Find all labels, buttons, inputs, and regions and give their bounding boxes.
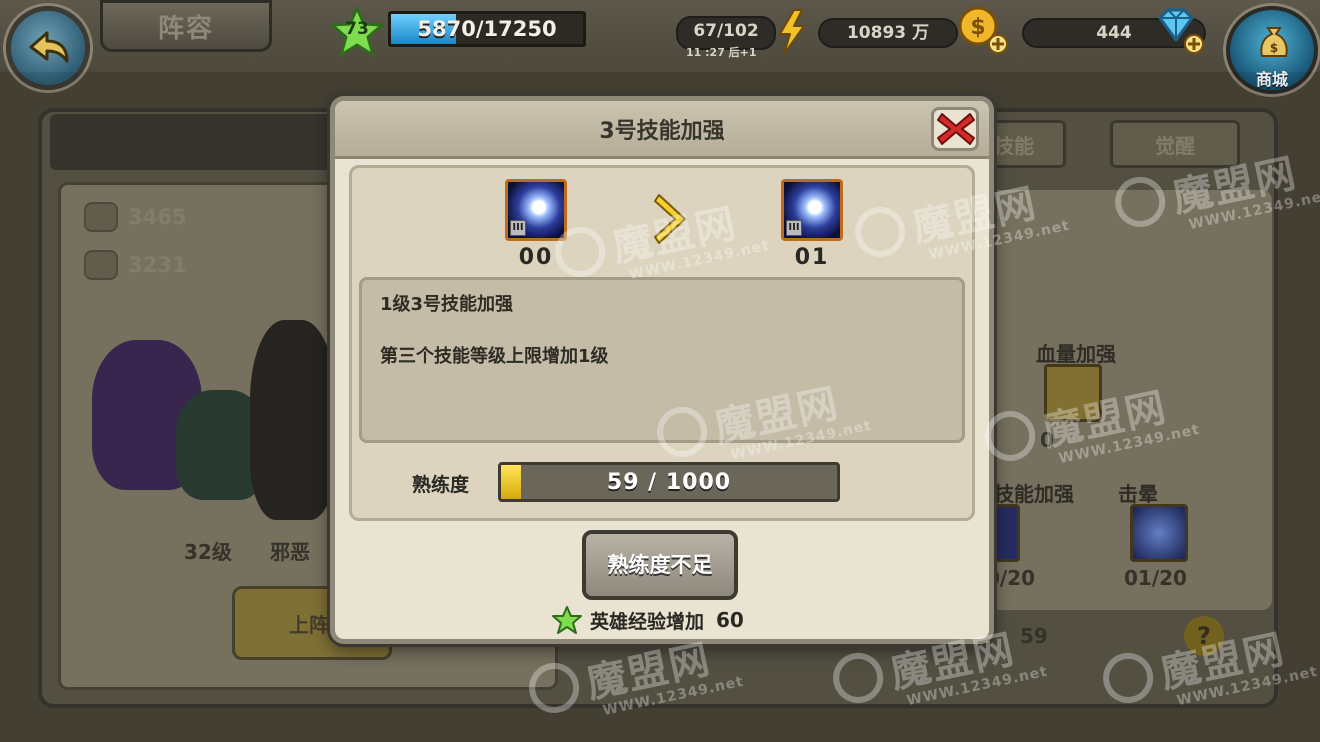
insufficient-proficiency-button[interactable]: 熟练度不足	[582, 530, 738, 600]
page-title: 阵容	[100, 0, 272, 52]
skill-tier-badge: III	[510, 220, 526, 236]
description-box: 1级3号技能加强 第三个技能等级上限增加1级	[359, 277, 965, 443]
back-arrow-icon	[29, 31, 69, 63]
next-skill-level: 01	[794, 245, 830, 270]
current-skill-level: 00	[518, 245, 554, 270]
dialog-title: 3号技能加强	[599, 119, 725, 144]
upgrade-arrow-icon	[654, 194, 686, 244]
description-body: 第三个技能等级上限增加1级	[380, 346, 609, 367]
dialog-header: 3号技能加强	[335, 101, 989, 159]
player-exp-bar: 5870/17250	[388, 11, 586, 47]
next-skill-icon: III	[781, 179, 843, 241]
skill-tier-badge-next: III	[786, 220, 802, 236]
current-skill-icon: III	[505, 179, 567, 241]
gold-coin-add-icon[interactable]: $	[954, 4, 1010, 56]
svg-text:$: $	[1270, 41, 1278, 55]
close-button[interactable]	[931, 107, 979, 151]
svg-text:$: $	[970, 15, 985, 40]
gem-value: 444	[1096, 23, 1132, 43]
proficiency-text: 59 / 1000	[606, 470, 732, 495]
proficiency-bar: 59 / 1000	[498, 462, 840, 502]
money-bag-icon: $	[1260, 27, 1288, 57]
proficiency-label: 熟练度	[412, 474, 470, 496]
gold-box: 10893 万	[818, 18, 958, 48]
player-level-badge: 73	[330, 6, 384, 57]
close-icon	[937, 113, 975, 145]
star-icon	[552, 606, 582, 634]
hero-exp-reward: 英雄经验增加 60	[552, 606, 744, 634]
player-level-value: 73	[345, 19, 369, 39]
diamond-add-icon[interactable]	[1150, 4, 1206, 56]
lightning-icon	[779, 9, 805, 55]
reward-value: 60	[716, 608, 744, 632]
reward-label: 英雄经验增加	[590, 610, 705, 633]
player-exp-text: 5870/17250	[417, 17, 557, 41]
description-title: 1级3号技能加强	[380, 294, 514, 315]
gold-value: 10893 万	[846, 23, 930, 43]
stamina-value: 67/102	[693, 21, 759, 41]
stamina-timer: 11 :27 后+1	[686, 46, 757, 59]
